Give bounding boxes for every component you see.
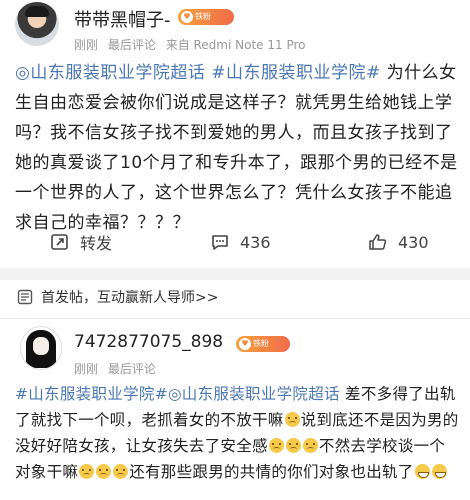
post-meta-label: 最后评论 <box>107 38 156 52</box>
comment-count: 436 <box>240 232 271 252</box>
commenter-badge-label: 铁粉 <box>253 339 269 348</box>
comment-icon <box>212 235 228 250</box>
post-content: ◎山东服装职业学院超话 #山东服装职业学院# 为什么女生自由恋爱会被你们说成是这… <box>15 58 460 238</box>
comment-topic-super[interactable]: ◎山东服装职业学院超话 <box>168 385 340 403</box>
sad-emoji-icon <box>268 438 284 453</box>
commenter-fan-badge[interactable]: ♥ 铁粉 <box>236 336 290 352</box>
repost-label: 转发 <box>80 234 113 253</box>
badge-label: 铁粉 <box>195 12 211 21</box>
section-divider <box>0 268 470 280</box>
weibo-post: 带带黑帽子- ♥ 铁粉 刚刚 最后评论 来自 Redmi Note 11 Pro… <box>0 0 470 268</box>
heart-icon: ♥ <box>239 338 251 350</box>
fan-badge[interactable]: ♥ 铁粉 <box>178 9 234 25</box>
sad-emoji-icon <box>113 464 129 479</box>
comment-text-4: 还有那些跟男的共情的你们对象也出轨了 <box>129 463 414 481</box>
post-actions: 转发 436 430 <box>0 224 470 260</box>
hint-text: 首发帖，互动赢新人导师>> <box>41 290 219 306</box>
sad-emoji-icon <box>79 464 95 479</box>
topic-link-super[interactable]: ◎山东服装职业学院超话 <box>15 63 205 83</box>
comment-time: 刚刚 <box>74 362 99 376</box>
post-body: 为什么女生自由恋爱会被你们说成是这样子？就凭男生给她钱上学吗？我不信女孩子找不到… <box>15 63 458 233</box>
first-post-hint[interactable]: 首发帖，互动赢新人导师>> <box>17 287 218 307</box>
grin-emoji-icon <box>431 464 447 479</box>
grin-emoji-icon <box>414 464 430 479</box>
like-button[interactable]: 430 <box>368 224 429 260</box>
repost-button[interactable]: 转发 <box>50 224 112 260</box>
comment-meta: 刚刚 最后评论 <box>74 360 162 377</box>
comment-topic-hashtag[interactable]: #山东服装职业学院# <box>15 385 168 403</box>
sad-emoji-icon <box>284 412 300 427</box>
post-source: 来自 Redmi Note 11 Pro <box>165 38 306 52</box>
divider-line <box>0 318 470 319</box>
topic-link-hashtag[interactable]: #山东服装职业学院# <box>211 63 381 83</box>
sad-emoji-icon <box>285 438 301 453</box>
author-avatar[interactable] <box>15 2 59 46</box>
heart-icon: ♥ <box>181 11 193 23</box>
author-username[interactable]: 带带黑帽子- <box>74 6 171 32</box>
post-meta: 刚刚 最后评论 来自 Redmi Note 11 Pro <box>74 36 311 53</box>
comment-content: #山东服装职业学院#◎山东服装职业学院超话 差不多得了出轨了就找下一个呗，老抓着… <box>15 381 460 485</box>
like-count: 430 <box>398 232 429 252</box>
sad-emoji-icon <box>96 464 112 479</box>
comment-button[interactable]: 436 <box>210 224 271 260</box>
comment-meta-label: 最后评论 <box>107 362 156 376</box>
repost-icon <box>51 234 68 250</box>
sad-emoji-icon <box>302 438 318 453</box>
post-icon <box>17 289 33 305</box>
commenter-username[interactable]: 7472877075_898 <box>74 332 223 352</box>
commenter-avatar[interactable] <box>20 326 62 370</box>
thumbs-up-icon <box>369 234 387 250</box>
post-time: 刚刚 <box>74 38 99 52</box>
